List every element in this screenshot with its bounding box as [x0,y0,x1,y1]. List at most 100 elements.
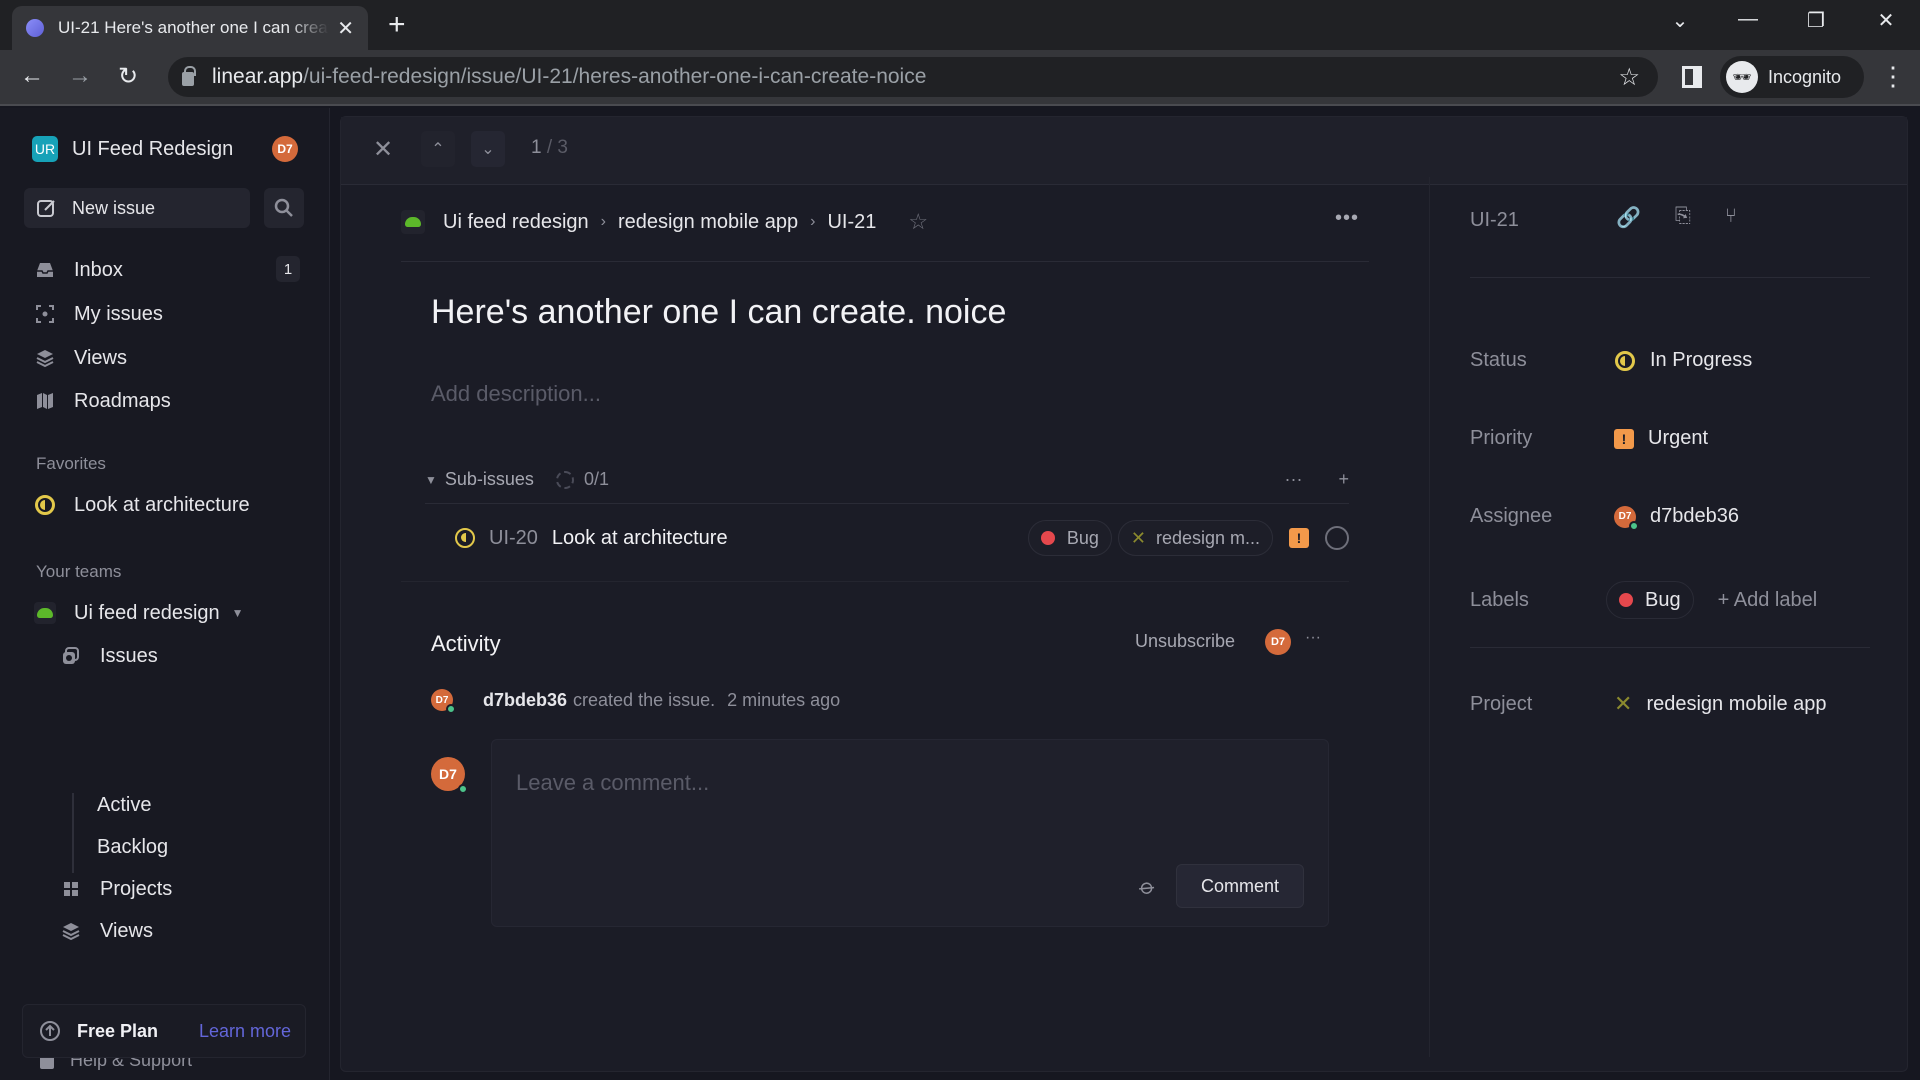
label-chip[interactable]: Bug [1027,520,1112,556]
breadcrumb-project[interactable]: redesign mobile app [618,211,798,234]
event-user[interactable]: d7bdeb36 [483,690,567,711]
collapse-triangle-icon[interactable]: ▼ [425,473,437,487]
breadcrumb-separator-icon: › [810,213,816,230]
sidebar: UR UI Feed Redesign D7 New issue Inbox 1… [0,108,330,1080]
assignee-avatar: D7 [1614,505,1639,531]
team-item-backlog[interactable]: Backlog [97,836,168,859]
incognito-profile[interactable]: 🕶 Incognito [1720,56,1864,98]
reload-icon[interactable]: ↻ [110,62,146,91]
favorites-heading: Favorites [36,454,106,473]
unsubscribe-button[interactable]: Unsubscribe [1135,631,1235,652]
caret-down-icon[interactable]: ▼ [232,606,244,620]
comment-input[interactable]: Leave a comment... ⌀ Comment [491,739,1329,927]
favorite-item[interactable]: Look at architecture [34,489,250,521]
address-bar[interactable]: linear.app/ui-feed-redesign/issue/UI-21/… [168,57,1658,97]
project-property: Project ✕ redesign mobile app [1470,691,1890,717]
search-icon [274,198,293,217]
restore-icon[interactable]: ❐ [1796,8,1836,33]
online-indicator [458,784,468,794]
issue-navigation-bar: ✕ ⌃ ⌄ 1 / 3 [341,117,1907,185]
workspace-switcher[interactable]: UR UI Feed Redesign [32,136,233,162]
more-options-icon[interactable]: ••• [1335,207,1359,230]
description-input[interactable]: Add description... [431,381,601,407]
layers-icon [34,347,56,369]
add-label-button[interactable]: + Add label [1718,589,1818,612]
next-issue-button[interactable]: ⌄ [471,131,505,167]
inbox-icon [34,259,56,281]
status-value[interactable]: In Progress [1614,349,1752,372]
close-window-icon[interactable]: ✕ [1866,8,1906,33]
branch-icon[interactable]: ⑂ [1725,205,1737,230]
property-key: Project [1470,692,1533,715]
online-indicator [1629,520,1639,531]
my-issues-icon [34,303,56,325]
new-issue-label: New issue [72,197,156,218]
sub-issues-label[interactable]: Sub-issues [445,469,534,490]
search-button[interactable] [264,188,304,228]
close-icon[interactable]: ✕ [373,135,393,164]
incognito-icon: 🕶 [1726,61,1758,93]
priority-value[interactable]: ! Urgent [1614,427,1708,450]
user-avatar[interactable]: D7 [272,136,298,162]
layers-icon [60,920,82,942]
issue-title[interactable]: Here's another one I can create. noice [431,293,1006,332]
assignee-value[interactable]: D7 d7bdeb36 [1614,505,1739,531]
project-value[interactable]: ✕ redesign mobile app [1614,691,1827,717]
browser-tab[interactable]: UI-21 Here's another one I can create. n… [12,6,368,50]
team-ui-feed-redesign[interactable]: Ui feed redesign ▼ [34,597,244,629]
label-chip[interactable]: Bug [1606,581,1694,619]
free-plan-card: Free Plan Learn more [22,1004,306,1058]
sidebar-item-label: Roadmaps [74,389,171,412]
close-tab-icon[interactable]: ✕ [337,16,354,41]
side-panel-icon[interactable] [1682,66,1702,88]
attachment-icon[interactable]: ⌀ [1134,873,1161,901]
project-chip[interactable]: ✕ redesign m... [1117,520,1273,556]
divider [1470,277,1870,278]
breadcrumb-issue-id[interactable]: UI-21 [827,211,876,234]
browser-menu-icon[interactable]: ⋮ [1880,62,1906,90]
comment-button[interactable]: Comment [1176,864,1304,908]
activity-more-icon[interactable]: ··· [1305,629,1321,647]
workspace-name: UI Feed Redesign [72,137,234,160]
new-tab-button[interactable]: + [388,8,406,42]
forward-icon[interactable]: → [62,62,98,90]
property-key: Priority [1470,427,1533,449]
compose-icon [37,200,55,217]
copy-id-icon[interactable]: ⎘ [1675,205,1691,230]
breadcrumb: Ui feed redesign › redesign mobile app ›… [401,209,928,235]
incognito-label: Incognito [1768,66,1842,87]
online-indicator [446,704,456,714]
previous-issue-button[interactable]: ⌃ [421,131,455,167]
sidebar-item-label: Views [74,346,127,369]
sidebar-item-inbox[interactable]: Inbox [34,254,123,286]
team-item-projects[interactable]: Projects [60,874,172,904]
issue-panel: ✕ ⌃ ⌄ 1 / 3 Ui feed redesign › redesign … [340,116,1908,1072]
divider [401,261,1369,262]
sidebar-item-roadmaps[interactable]: Roadmaps [34,385,171,417]
sub-issues-more-icon[interactable]: ··· [1285,469,1303,490]
sub-issue-row[interactable]: UI-20 Look at architecture Bug ✕ redesign… [425,515,1349,561]
team-item-issues[interactable]: Issues [60,641,158,671]
new-issue-button[interactable]: New issue [24,188,250,228]
add-sub-issue-icon[interactable]: + [1338,469,1349,490]
learn-more-link[interactable]: Learn more [199,1021,291,1042]
team-item-active[interactable]: Active [97,794,151,817]
urgent-priority-icon[interactable]: ! [1289,528,1309,548]
properties-panel: UI-21 🔗 ⎘ ⑂ Status In Progress Priority … [1429,177,1909,1057]
minimize-icon[interactable]: — [1728,8,1768,31]
copy-link-icon[interactable]: 🔗 [1616,205,1641,230]
tab-search-icon[interactable]: ⌄ [1660,8,1700,33]
sidebar-item-my-issues[interactable]: My issues [34,298,163,330]
favorite-star-icon[interactable]: ☆ [908,209,928,235]
issue-id: UI-21 [1470,209,1519,231]
bookmark-star-icon[interactable]: ☆ [1618,63,1640,92]
back-icon[interactable]: ← [14,62,50,90]
subscriber-avatar[interactable]: D7 [1265,629,1291,655]
team-item-views[interactable]: Views [60,916,153,946]
unassigned-avatar-icon[interactable] [1325,526,1349,550]
sidebar-item-views[interactable]: Views [34,342,127,374]
event-action: created the issue. [573,689,716,710]
breadcrumb-team[interactable]: Ui feed redesign [443,211,589,234]
team-name: Ui feed redesign [74,601,220,624]
event-avatar: D7 [431,689,456,714]
